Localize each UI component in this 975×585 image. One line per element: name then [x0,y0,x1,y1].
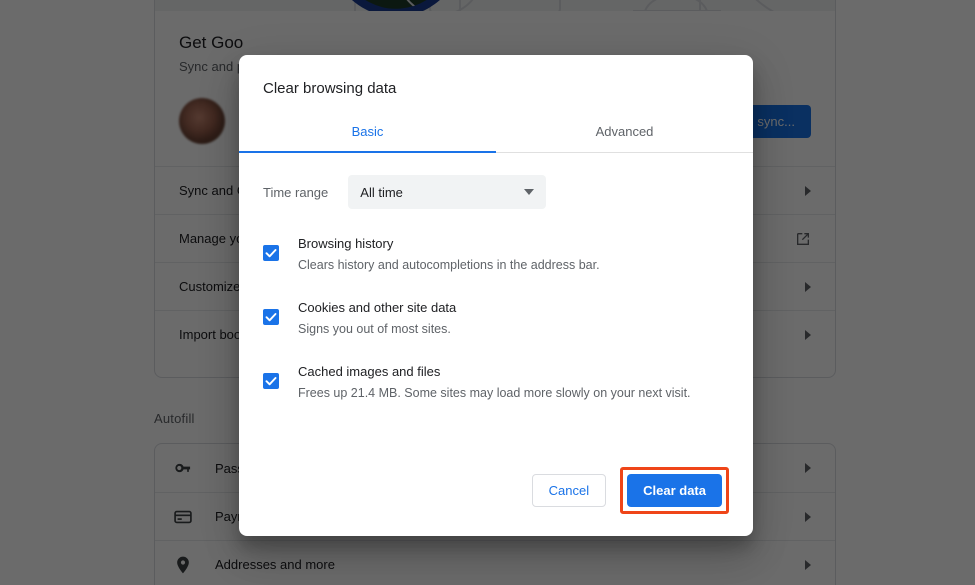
tab-basic[interactable]: Basic [239,114,496,152]
dialog-body: Time range All time Browsing history Cle… [239,153,753,467]
option-cookies-and-site-data: Cookies and other site data Signs you ou… [263,297,729,339]
clear-data-button[interactable]: Clear data [627,474,722,507]
option-subtitle: Clears history and autocompletions in th… [298,256,600,275]
active-tab-indicator [239,151,496,153]
time-range-select[interactable]: All time [348,175,546,209]
option-title: Browsing history [298,234,600,254]
clear-browsing-data-dialog: Clear browsing data Basic Advanced Time … [239,55,753,536]
check-icon [264,246,278,260]
cancel-button[interactable]: Cancel [532,474,606,507]
option-text: Cookies and other site data Signs you ou… [298,297,456,339]
option-cached-images-and-files: Cached images and files Frees up 21.4 MB… [263,361,729,403]
option-text: Browsing history Clears history and auto… [298,233,600,275]
option-text: Cached images and files Frees up 21.4 MB… [298,361,691,403]
dialog-title: Clear browsing data [239,55,753,100]
dialog-footer: Cancel Clear data [239,467,753,536]
tab-advanced[interactable]: Advanced [496,114,753,152]
dialog-tabs: Basic Advanced [239,114,753,153]
screen: Get Goo Sync and p C c n sync... Sync an… [0,0,975,585]
check-icon [264,374,278,388]
option-browsing-history: Browsing history Clears history and auto… [263,233,729,275]
option-subtitle: Signs you out of most sites. [298,320,456,339]
option-title: Cookies and other site data [298,298,456,318]
option-title: Cached images and files [298,362,691,382]
cookies-checkbox[interactable] [263,309,279,325]
check-icon [264,310,278,324]
option-subtitle: Frees up 21.4 MB. Some sites may load mo… [298,384,691,403]
clear-data-highlight: Clear data [620,467,729,514]
cached-images-checkbox[interactable] [263,373,279,389]
chevron-down-icon [524,189,534,195]
browsing-history-checkbox[interactable] [263,245,279,261]
time-range-row: Time range All time [263,175,729,209]
time-range-value: All time [360,185,524,200]
time-range-label: Time range [263,185,328,200]
